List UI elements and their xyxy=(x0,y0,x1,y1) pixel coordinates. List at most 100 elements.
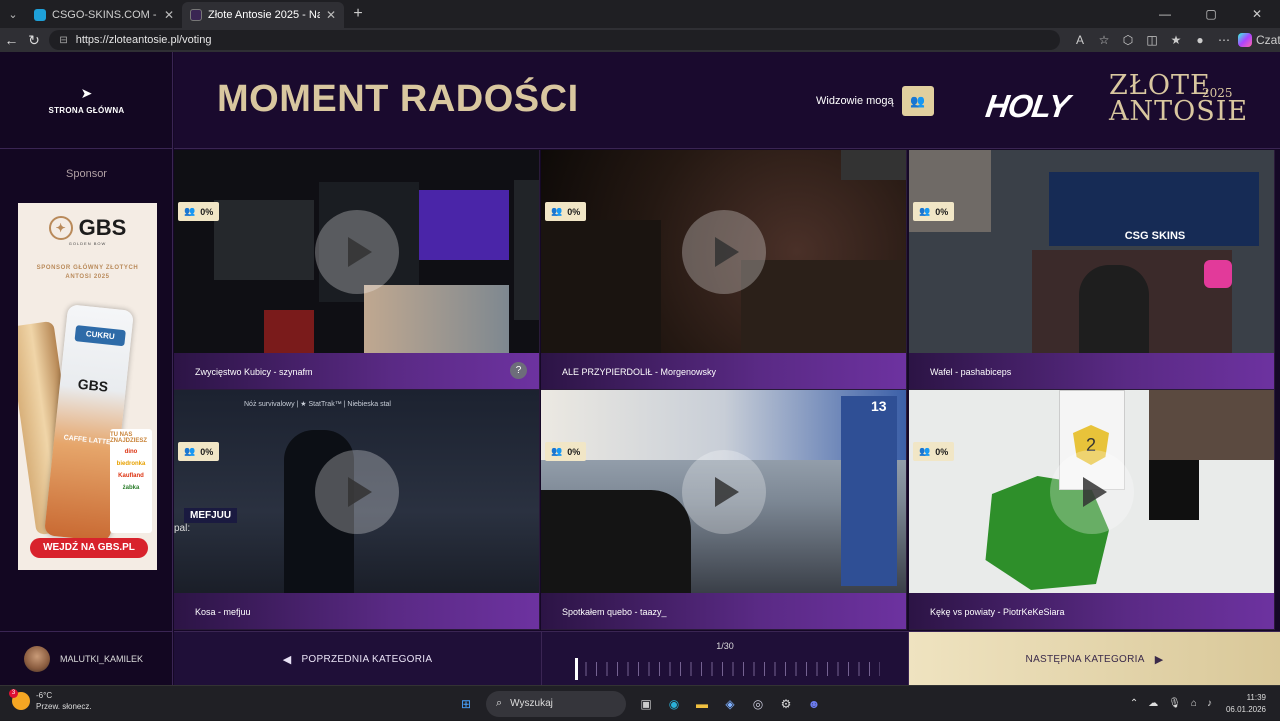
user-profile[interactable]: MALUTKI_KAMILEK xyxy=(0,631,173,685)
task-view-icon[interactable]: ▣ xyxy=(635,693,657,715)
site-info-icon[interactable]: ⊟ xyxy=(59,35,67,46)
extensions-icon[interactable]: ⬡ xyxy=(1116,33,1140,47)
clip-card[interactable]: 👥 0% Zwycięstwo Kubicy - szynafm ? xyxy=(174,150,540,390)
voting-page: ➤ STRONA GŁÓWNA Sponsor ✦ GBS GOLDEN BOW… xyxy=(0,52,1280,686)
more-menu-icon[interactable]: ⋯ xyxy=(1212,33,1236,47)
store-dino: dino xyxy=(124,449,138,455)
clips-grid: 👥 0% Zwycięstwo Kubicy - szynafm ? 👥 0% AL… xyxy=(174,150,1278,630)
favorites-icon[interactable]: ★ xyxy=(1164,33,1188,47)
viewers-group-icon[interactable]: 👥 xyxy=(901,86,934,116)
time: 11:39 xyxy=(1246,692,1266,702)
store-biedronka: biedronka xyxy=(116,461,146,467)
favorite-star-icon[interactable]: ☆ xyxy=(1092,33,1116,47)
play-button[interactable] xyxy=(315,450,399,534)
copilot-button[interactable]: Czat xyxy=(1238,33,1280,47)
browser-tab-strip: ⌄ CSGO-SKINS.COM - Najlepsze Skins ✕ Zło… xyxy=(0,0,1280,28)
people-icon: 👥 xyxy=(184,206,196,216)
back-icon[interactable]: ← xyxy=(0,32,23,48)
browser-tab-zlote-antosie[interactable]: Złote Antosie 2025 - Największy P... ✕ xyxy=(182,2,344,28)
vote-percent-badge: 👥 0% xyxy=(913,442,955,461)
clip-caption: Kękę vs powiaty - PiotrKeKeSiara xyxy=(909,593,1274,629)
category-navigation: ◀ POPRZEDNIA KATEGORIA 1/30 NASTĘPNA KAT… xyxy=(174,631,1280,686)
steam-icon[interactable]: ◎ xyxy=(747,693,769,715)
home-label: STRONA GŁÓWNA xyxy=(48,106,125,115)
home-arrow-icon: ➤ xyxy=(80,85,93,101)
store-zabka: żabka xyxy=(122,485,140,491)
progress-counter: 1/30 xyxy=(716,641,734,651)
home-link[interactable]: ➤ STRONA GŁÓWNA xyxy=(0,52,173,149)
clock[interactable]: 11:39 06.01.2026 xyxy=(1226,692,1266,716)
clip-thumbnail: CSG SKINS xyxy=(909,150,1274,353)
page-header: MOMENT RADOŚCI Widzowie mogą 👥 HOLY ZŁOT… xyxy=(174,52,1280,149)
clip-card[interactable]: 👥 0% ALE PRZYPIERDOLIŁ - Morgenowsky xyxy=(541,150,907,390)
weather-widget[interactable]: 3 -6°C Przew. słonecz. xyxy=(9,689,92,712)
app-icon[interactable]: ⚙ xyxy=(775,693,797,715)
previous-category-button[interactable]: ◀ POPRZEDNIA KATEGORIA xyxy=(174,632,541,686)
clip-caption: Wafel - pashabiceps xyxy=(909,353,1274,389)
cloud-icon[interactable]: ☁ xyxy=(1148,698,1158,709)
clip-card[interactable]: 13 👥 0% Spotkałem quebo - taazy_ xyxy=(541,390,907,630)
close-window-icon[interactable]: ✕ xyxy=(1234,0,1280,28)
clip-card[interactable]: 2 👥 0% Kękę vs powiaty - PiotrKeKeSiara xyxy=(909,390,1275,630)
ad-cta-button[interactable]: WEJDŹ NA GBS.PL xyxy=(30,538,148,558)
microphone-icon[interactable]: 🎙 xyxy=(1168,698,1181,709)
read-aloud-icon[interactable]: A xyxy=(1068,33,1092,47)
play-button[interactable] xyxy=(682,210,766,294)
profile-avatar-icon[interactable]: ● xyxy=(1188,33,1212,47)
csgo-skins-overlay: CSG SKINS xyxy=(1124,230,1186,242)
file-explorer-icon[interactable]: ▬ xyxy=(691,693,713,715)
refresh-icon[interactable]: ↻ xyxy=(23,32,46,49)
zlote-antosie-favicon-icon xyxy=(190,9,202,21)
sponsor-ad[interactable]: ✦ GBS GOLDEN BOW SPONSOR GŁÓWNY ZŁOTYCH … xyxy=(18,203,157,570)
viewers-label: Widzowie mogą xyxy=(816,95,894,107)
edge-browser-icon[interactable]: ◉ xyxy=(663,693,685,715)
discord-icon[interactable]: ☻ xyxy=(803,693,825,715)
split-screen-icon[interactable]: ◫ xyxy=(1140,33,1164,47)
clip-card[interactable]: Nóż survivalowy | ★ StatTrak™ | Niebiesk… xyxy=(174,390,540,630)
play-button[interactable] xyxy=(682,450,766,534)
vote-percent-badge: 👥 0% xyxy=(178,442,220,461)
next-category-button[interactable]: NASTĘPNA KATEGORIA ▶ xyxy=(909,632,1280,686)
vote-percent-badge: 👥 0% xyxy=(545,442,587,461)
username: MALUTKI_KAMILEK xyxy=(60,653,144,664)
search-label: Wyszukaj xyxy=(510,698,553,709)
browser-tools: A ☆ ⬡ ◫ ★ ● ⋯ Czat xyxy=(1068,33,1280,47)
close-tab-icon[interactable]: ✕ xyxy=(164,8,174,22)
copilot-label: Czat xyxy=(1256,33,1280,47)
can-band: CUKRU xyxy=(74,325,126,347)
play-button[interactable] xyxy=(1050,450,1134,534)
new-tab-button[interactable]: + xyxy=(344,5,372,23)
temperature: -6°C xyxy=(36,691,53,700)
help-icon[interactable]: ? xyxy=(510,362,527,379)
windows-start-icon[interactable]: ⊞ xyxy=(455,693,477,715)
show-hidden-icons-icon[interactable]: ⌃ xyxy=(1130,698,1138,709)
url-field[interactable]: ⊟ https://zloteantosie.pl/voting xyxy=(49,30,1060,50)
weather-desc: Przew. słonecz. xyxy=(36,702,92,711)
volume-icon[interactable]: ♪ xyxy=(1207,698,1212,709)
maximize-icon[interactable]: ▢ xyxy=(1188,0,1234,28)
vote-percent-badge: 👥 0% xyxy=(913,202,955,221)
vote-percent: 0% xyxy=(935,206,949,217)
progress-track[interactable] xyxy=(575,662,880,676)
store-icon[interactable]: ◈ xyxy=(719,693,741,715)
tab-list-dropdown-icon[interactable]: ⌄ xyxy=(0,0,26,28)
taskbar-search[interactable]: ⌕ Wyszukaj xyxy=(486,690,626,717)
network-icon[interactable]: ⌂ xyxy=(1191,698,1197,709)
store-list: TU NAS ZNAJDZIESZ dino biedronka Kauflan… xyxy=(110,429,152,533)
clip-caption: Spotkałem quebo - taazy_ xyxy=(541,593,906,629)
close-tab-icon[interactable]: ✕ xyxy=(326,8,336,22)
clip-caption: Zwycięstwo Kubicy - szynafm xyxy=(174,353,539,389)
next-category-label: NASTĘPNA KATEGORIA xyxy=(1025,653,1145,665)
browser-tab-csgo-skins[interactable]: CSGO-SKINS.COM - Najlepsze Skins ✕ xyxy=(26,2,182,28)
vote-percent: 0% xyxy=(200,206,214,217)
gbs-bow-icon: ✦ xyxy=(48,216,73,240)
tab-title: CSGO-SKINS.COM - Najlepsze Skins xyxy=(52,9,158,21)
vote-percent: 0% xyxy=(567,206,581,217)
minimize-icon[interactable]: — xyxy=(1142,0,1188,28)
clip-card[interactable]: CSG SKINS 👥 0% Wafel - pashabiceps xyxy=(909,150,1275,390)
arrow-left-icon: ◀ xyxy=(282,653,292,666)
people-icon: 👥 xyxy=(919,206,931,216)
csgo-skins-favicon-icon xyxy=(34,9,46,21)
address-toolbar: ← ↻ ⊟ https://zloteantosie.pl/voting A ☆… xyxy=(0,28,1280,52)
play-button[interactable] xyxy=(315,210,399,294)
